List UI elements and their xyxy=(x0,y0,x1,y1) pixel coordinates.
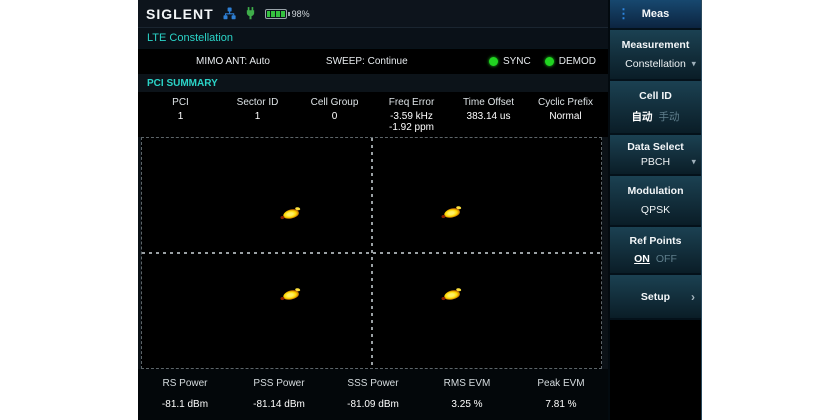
stat-sss-power: SSS Power -81.09 dBm xyxy=(326,378,420,420)
stat-header: SSS Power xyxy=(326,378,420,389)
stat-header: Peak EVM xyxy=(514,378,608,389)
constellation-cluster-2 xyxy=(283,289,300,301)
pci-summary-table: PCI 1 Sector ID 1 Cell Group 0 Freq Erro… xyxy=(138,92,608,137)
sweep-status: SWEEP: Continue xyxy=(326,56,408,67)
mimo-ant-status: MIMO ANT: Auto xyxy=(196,56,270,67)
col-header: Time Offset xyxy=(450,97,527,108)
stat-value: -81.14 dBm xyxy=(232,399,326,410)
stat-header: RMS EVM xyxy=(420,378,514,389)
constellation-cluster-1 xyxy=(443,207,460,219)
cell-id-toggle[interactable]: 自动 手动 xyxy=(632,109,680,124)
constellation-cluster-0 xyxy=(283,208,300,220)
col-value: Normal xyxy=(527,111,604,122)
col-header: Cell Group xyxy=(296,97,373,108)
col-value: 1 xyxy=(142,111,219,122)
pci-col-pci: PCI 1 xyxy=(142,97,219,137)
demod-indicator: DEMOD xyxy=(545,56,596,67)
stat-pss-power: PSS Power -81.14 dBm xyxy=(232,378,326,420)
col-value: 1 xyxy=(219,111,296,122)
pci-col-sector-id: Sector ID 1 xyxy=(219,97,296,137)
col-header: Cyclic Prefix xyxy=(527,97,604,108)
stat-rs-power: RS Power -81.1 dBm xyxy=(138,378,232,420)
top-status-bar: SIGLENT 98% xyxy=(138,0,608,28)
usb-plug-icon xyxy=(245,7,256,20)
device-screen: SIGLENT 98% xyxy=(138,0,702,420)
demod-label: DEMOD xyxy=(559,56,596,67)
softkey-menu: ⋮ Meas Measurement Constellation ▾ Cell … xyxy=(608,0,702,420)
stat-header: RS Power xyxy=(138,378,232,389)
stat-value: 7.81 % xyxy=(514,399,608,410)
pci-col-cyclic-prefix: Cyclic Prefix Normal xyxy=(527,97,604,137)
col-header: Sector ID xyxy=(219,97,296,108)
col-header: PCI xyxy=(142,97,219,108)
col-value: 0 xyxy=(296,111,373,122)
softkey-ref-points[interactable]: Ref Points ON OFF xyxy=(610,227,701,275)
col-value: 383.14 us xyxy=(450,111,527,122)
stat-value: -81.1 dBm xyxy=(138,399,232,410)
menu-dots-icon: ⋮ xyxy=(617,6,630,22)
constellation-cluster-3 xyxy=(443,289,460,301)
stat-rms-evm: RMS EVM 3.25 % xyxy=(420,378,514,420)
option-manual[interactable]: 手动 xyxy=(659,109,680,124)
stat-value: -81.09 dBm xyxy=(326,399,420,410)
softkey-label: Cell ID xyxy=(639,90,672,102)
chevron-down-icon: ▾ xyxy=(691,157,696,168)
constellation-plot xyxy=(141,137,602,369)
softkey-modulation[interactable]: Modulation QPSK xyxy=(610,176,701,227)
softkey-label: Data Select xyxy=(627,141,684,153)
analyzer-screenshot: SIGLENT 98% xyxy=(0,0,840,420)
softkey-label: Modulation xyxy=(628,185,684,197)
stat-value: 3.25 % xyxy=(420,399,514,410)
measurement-status-bar: MIMO ANT: Auto SWEEP: Continue SYNC DEMO… xyxy=(138,49,608,74)
pci-col-time-offset: Time Offset 383.14 us xyxy=(450,97,527,137)
plot-horizontal-axis xyxy=(142,252,601,254)
meas-menu-header[interactable]: ⋮ Meas xyxy=(610,0,701,30)
battery-icon xyxy=(265,9,287,19)
chevron-down-icon: ▾ xyxy=(691,59,696,70)
page-title: LTE Constellation xyxy=(138,28,608,49)
softkey-data-select[interactable]: Data Select PBCH ▾ xyxy=(610,135,701,176)
demod-led-icon xyxy=(545,57,554,66)
softkey-label: Measurement xyxy=(622,39,690,51)
col-value: -3.59 kHz -1.92 ppm xyxy=(373,111,450,133)
sync-led-icon xyxy=(489,57,498,66)
softkey-cell-id[interactable]: Cell ID 自动 手动 xyxy=(610,81,701,135)
pci-summary-heading: PCI SUMMARY xyxy=(138,74,608,92)
pci-col-freq-error: Freq Error -3.59 kHz -1.92 ppm xyxy=(373,97,450,137)
ref-points-toggle[interactable]: ON OFF xyxy=(634,253,677,265)
softkey-label: Setup xyxy=(641,291,670,303)
option-off[interactable]: OFF xyxy=(656,253,677,265)
softkey-measurement[interactable]: Measurement Constellation ▾ xyxy=(610,30,701,81)
sync-indicator: SYNC xyxy=(489,56,531,67)
freq-error-khz: -3.59 kHz xyxy=(373,111,450,122)
battery-percent: 98% xyxy=(292,9,310,19)
menu-empty-area xyxy=(610,320,701,420)
siglent-logo: SIGLENT xyxy=(146,6,214,22)
softkey-value: QPSK xyxy=(641,204,670,216)
softkey-label: Ref Points xyxy=(630,235,682,247)
softkey-setup[interactable]: Setup › xyxy=(610,275,701,320)
chevron-right-icon: › xyxy=(691,290,695,304)
freq-error-ppm: -1.92 ppm xyxy=(373,122,450,133)
pci-col-cell-group: Cell Group 0 xyxy=(296,97,373,137)
option-on[interactable]: ON xyxy=(634,253,650,265)
sync-label: SYNC xyxy=(503,56,531,67)
stat-peak-evm: Peak EVM 7.81 % xyxy=(514,378,608,420)
stat-header: PSS Power xyxy=(232,378,326,389)
option-auto[interactable]: 自动 xyxy=(632,109,653,124)
network-icon xyxy=(223,7,236,20)
power-evm-stats: RS Power -81.1 dBm PSS Power -81.14 dBm … xyxy=(138,369,608,420)
softkey-value: Constellation ▾ xyxy=(610,58,701,70)
col-header: Freq Error xyxy=(373,97,450,108)
main-display: SIGLENT 98% xyxy=(138,0,608,420)
softkey-value: PBCH ▾ xyxy=(610,156,701,168)
